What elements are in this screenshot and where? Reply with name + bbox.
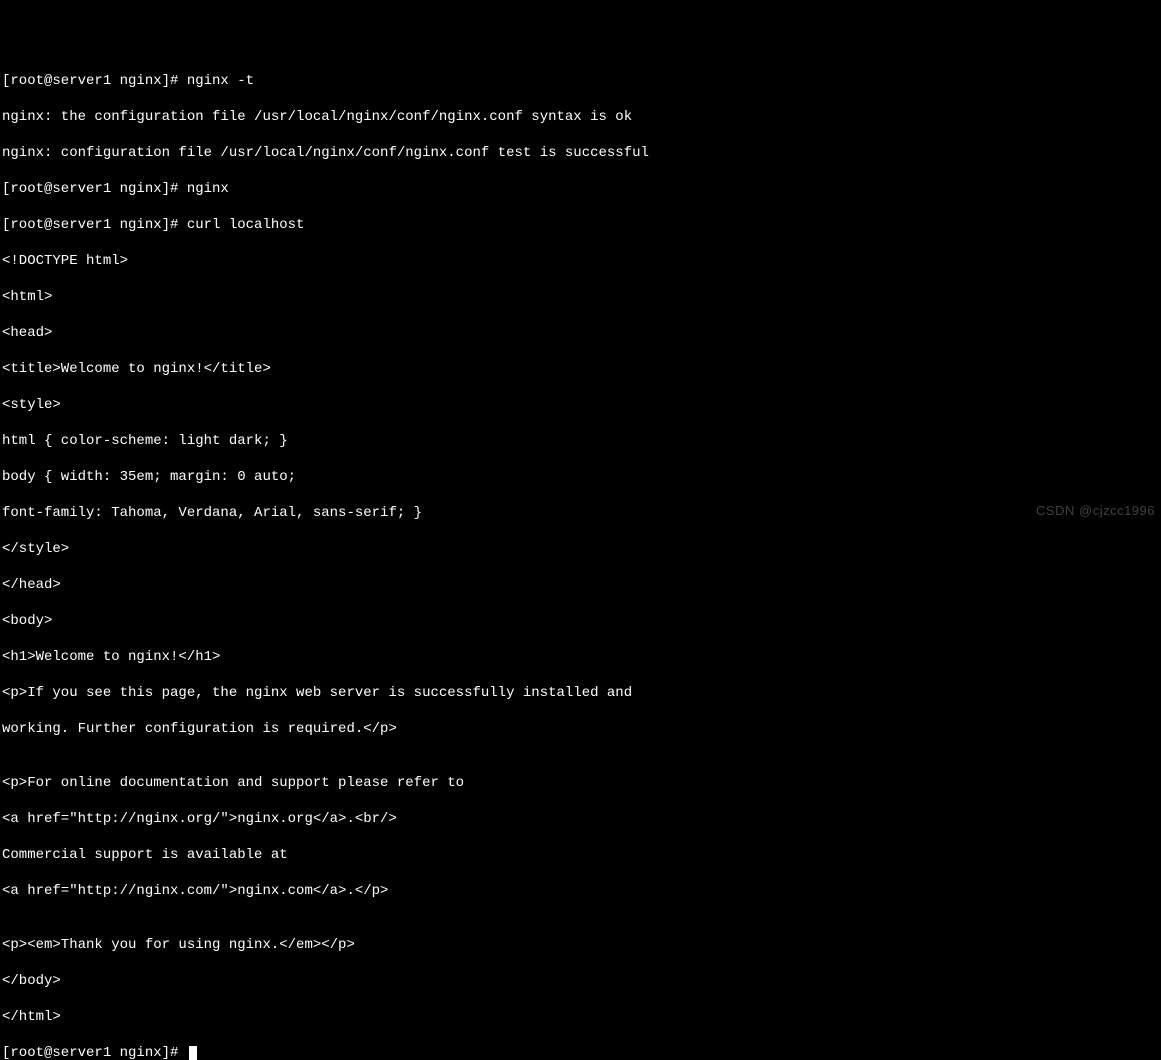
terminal-line: Commercial support is available at: [2, 846, 1159, 864]
terminal-line: </body>: [2, 972, 1159, 990]
terminal-line: <a href="http://nginx.org/">nginx.org</a…: [2, 810, 1159, 828]
terminal-line: </head>: [2, 576, 1159, 594]
terminal-line: <p><em>Thank you for using nginx.</em></…: [2, 936, 1159, 954]
terminal-line: font-family: Tahoma, Verdana, Arial, san…: [2, 504, 1159, 522]
terminal-line: [root@server1 nginx]# curl localhost: [2, 216, 1159, 234]
terminal-line: <!DOCTYPE html>: [2, 252, 1159, 270]
terminal-line: <a href="http://nginx.com/">nginx.com</a…: [2, 882, 1159, 900]
terminal-line: [root@server1 nginx]# nginx -t: [2, 72, 1159, 90]
terminal-line: <p>For online documentation and support …: [2, 774, 1159, 792]
terminal-line: nginx: the configuration file /usr/local…: [2, 108, 1159, 126]
terminal-line: <html>: [2, 288, 1159, 306]
terminal-line: <h1>Welcome to nginx!</h1>: [2, 648, 1159, 666]
terminal-line: <body>: [2, 612, 1159, 630]
cursor-icon: [189, 1046, 197, 1060]
terminal-line: <style>: [2, 396, 1159, 414]
terminal-prompt-line[interactable]: [root@server1 nginx]#: [2, 1044, 1159, 1060]
terminal-line: <head>: [2, 324, 1159, 342]
terminal-line: [root@server1 nginx]# nginx: [2, 180, 1159, 198]
terminal-line: working. Further configuration is requir…: [2, 720, 1159, 738]
terminal-line: html { color-scheme: light dark; }: [2, 432, 1159, 450]
terminal-prompt-text: [root@server1 nginx]#: [2, 1045, 187, 1060]
terminal-line: body { width: 35em; margin: 0 auto;: [2, 468, 1159, 486]
terminal-line: <title>Welcome to nginx!</title>: [2, 360, 1159, 378]
terminal-line: nginx: configuration file /usr/local/ngi…: [2, 144, 1159, 162]
terminal-line: </html>: [2, 1008, 1159, 1026]
watermark-text: CSDN @cjzcc1996: [1036, 502, 1155, 520]
terminal-line: </style>: [2, 540, 1159, 558]
terminal-line: <p>If you see this page, the nginx web s…: [2, 684, 1159, 702]
